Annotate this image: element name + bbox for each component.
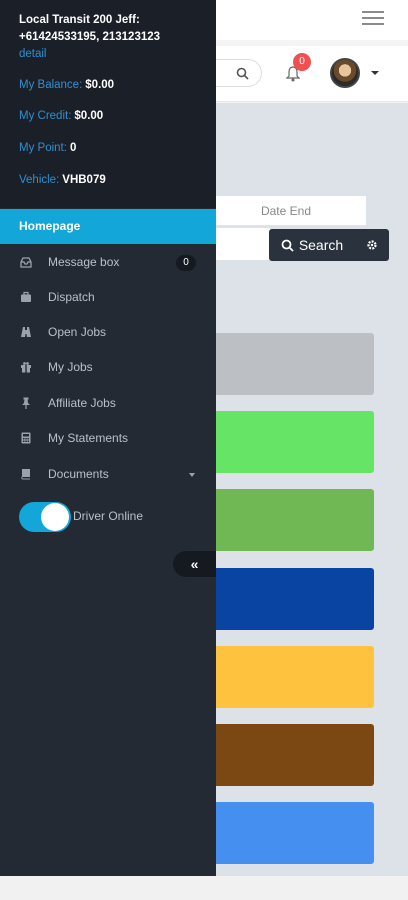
sidebar-item-message-box[interactable]: Message box 0 <box>0 245 216 280</box>
gift-icon <box>21 362 31 373</box>
sidebar-item-open-jobs[interactable]: Open Jobs <box>0 315 216 350</box>
briefcase-icon <box>21 291 31 302</box>
inbox-icon <box>20 257 32 268</box>
credit-stat: My Credit: $0.00 <box>19 110 103 122</box>
point-value: 0 <box>69 142 77 154</box>
vehicle-label: Vehicle: <box>19 174 60 186</box>
gear-icon <box>367 240 377 250</box>
sidebar-item-dispatch[interactable]: Dispatch <box>0 280 216 315</box>
double-chevron-left-icon: « <box>190 556 199 572</box>
vehicle-value: VHB079 <box>62 174 106 186</box>
chevron-down-icon[interactable] <box>371 71 379 75</box>
status-tile-1[interactable] <box>206 333 374 395</box>
pin-icon <box>22 397 30 409</box>
road-icon <box>21 327 31 337</box>
sidebar-item-label: Documents <box>48 467 109 481</box>
status-tile-5[interactable] <box>206 646 374 708</box>
point-label: My Point: <box>19 142 67 154</box>
sidebar-item-my-statements[interactable]: My Statements <box>0 421 216 456</box>
sidebar-item-documents[interactable]: Documents <box>0 457 216 492</box>
date-end-field[interactable]: Date End <box>206 196 366 226</box>
sidebar-item-label: My Statements <box>48 431 129 445</box>
driver-online-label: Driver Online <box>73 509 144 523</box>
settings-button[interactable] <box>355 229 389 261</box>
collapse-sidebar-button[interactable]: « <box>173 551 216 577</box>
user-phone: +61424533195, 213123123 <box>19 31 161 43</box>
status-tile-6[interactable] <box>206 724 374 786</box>
book-icon <box>21 469 30 480</box>
sidebar-item-label: Message box <box>48 255 120 269</box>
calculator-icon <box>21 432 31 444</box>
hamburger-menu-icon[interactable] <box>362 10 384 26</box>
sidebar-item-my-jobs[interactable]: My Jobs <box>0 350 216 385</box>
status-tile-2[interactable] <box>206 411 374 473</box>
sidebar-item-label: My Jobs <box>48 360 93 374</box>
search-icon <box>236 67 249 80</box>
toggle-knob <box>41 503 69 531</box>
search-button-label: Search <box>298 237 344 253</box>
driver-online-toggle[interactable] <box>19 502 71 532</box>
sidebar-item-label: Dispatch <box>48 290 95 304</box>
vehicle-stat: Vehicle: VHB079 <box>19 174 106 186</box>
status-tile-7[interactable] <box>206 802 374 864</box>
status-tile-3[interactable] <box>206 489 374 551</box>
balance-stat: My Balance: $0.00 <box>19 79 114 91</box>
message-count-badge: 0 <box>176 255 196 271</box>
user-name: Local Transit 200 Jeff: <box>19 14 140 26</box>
point-stat: My Point: 0 <box>19 142 76 154</box>
sidebar-item-homepage[interactable]: Homepage <box>0 209 216 244</box>
sidebar-item-label: Affiliate Jobs <box>48 396 116 410</box>
credit-label: My Credit: <box>19 110 72 122</box>
chevron-down-icon <box>189 473 195 477</box>
balance-value: $0.00 <box>85 79 115 91</box>
sidebar: Local Transit 200 Jeff: +61424533195, 21… <box>0 0 216 876</box>
search-button[interactable]: Search <box>269 229 355 261</box>
notification-badge: 0 <box>293 53 311 71</box>
sidebar-item-affiliate-jobs[interactable]: Affiliate Jobs <box>0 386 216 421</box>
avatar[interactable] <box>330 58 360 88</box>
detail-link[interactable]: detail <box>19 46 197 63</box>
balance-label: My Balance: <box>19 79 83 91</box>
sidebar-item-label: Open Jobs <box>48 325 107 339</box>
footer <box>0 876 408 900</box>
search-icon <box>281 239 294 252</box>
status-tile-4[interactable] <box>206 568 374 630</box>
credit-value: $0.00 <box>74 110 104 122</box>
